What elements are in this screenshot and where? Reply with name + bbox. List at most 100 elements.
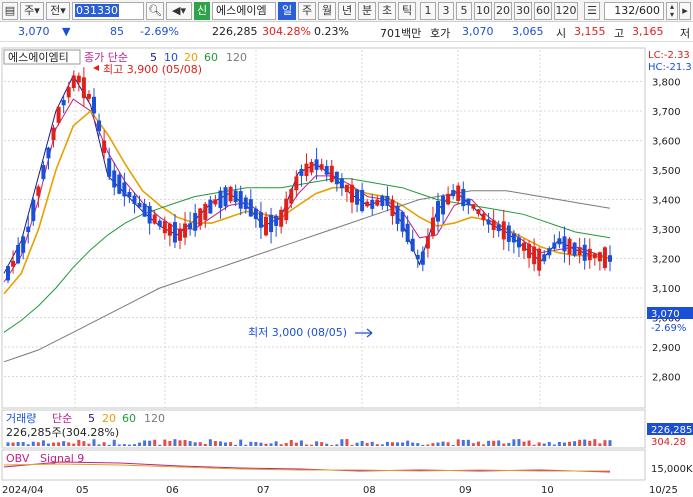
price-tick-label: 2,900 <box>652 343 681 354</box>
volume-bar <box>138 442 142 446</box>
volume-bar <box>568 441 572 446</box>
candle-body <box>107 158 112 177</box>
candle-body <box>557 238 562 245</box>
period-tick[interactable]: 틱 <box>398 2 416 20</box>
date-tick-label: 08 <box>363 485 376 496</box>
period-day[interactable]: 일 <box>278 2 296 20</box>
candle-body <box>587 248 592 261</box>
list-icon[interactable]: ☰ <box>584 2 600 20</box>
volume-bar <box>284 442 288 446</box>
candle-body <box>97 120 102 132</box>
volume-pct-tag-text: 304.28 <box>651 437 686 448</box>
num-60[interactable]: 60 <box>534 2 552 20</box>
volume-bar <box>102 442 106 446</box>
candle-body <box>309 161 314 173</box>
volume-bar <box>466 439 470 446</box>
candle-body <box>516 237 521 248</box>
legend-ma60: 60 <box>204 51 218 64</box>
candle-body <box>122 182 127 197</box>
page-counter: 132/600 <box>604 2 664 20</box>
volume-bar <box>517 439 521 446</box>
volume-bar <box>441 441 445 446</box>
period-minute[interactable]: 분 <box>358 2 376 20</box>
price-tick-label: 3,700 <box>652 107 681 118</box>
volume-bar <box>431 443 435 446</box>
num-20[interactable]: 20 <box>494 2 512 20</box>
volume-bar <box>117 444 121 446</box>
num-120[interactable]: 120 <box>554 2 578 20</box>
period-year[interactable]: 년 <box>338 2 356 20</box>
candle-body <box>188 223 193 230</box>
volume-ma120: 120 <box>144 412 165 425</box>
volume: 226,285 <box>212 25 258 38</box>
volume-bar <box>82 441 86 446</box>
volume-ma60: 60 <box>122 412 136 425</box>
volume-bar <box>163 439 167 446</box>
candle-body <box>11 260 16 267</box>
volume-bar <box>401 442 405 446</box>
chart-area[interactable]: 2,8002,9003,0003,1003,2003,3003,4003,500… <box>0 42 693 497</box>
num-1[interactable]: 1 <box>420 2 436 20</box>
num-5[interactable]: 5 <box>456 2 472 20</box>
candle-body <box>218 190 223 209</box>
volume-bar <box>208 439 212 446</box>
candle-body <box>410 238 415 252</box>
volume-bar <box>26 444 30 446</box>
stock-chart[interactable]: 2,8002,9003,0003,1003,2003,3003,4003,500… <box>0 42 693 497</box>
volume-bar <box>421 444 425 446</box>
candle-body <box>415 254 420 260</box>
menu-icon[interactable]: ▤ <box>2 2 18 20</box>
date-tick-label: 07 <box>257 485 270 496</box>
candle-body <box>582 244 587 261</box>
candle-body <box>36 186 41 196</box>
search-icon[interactable]: 🔍︎ <box>146 2 164 20</box>
volume-bar <box>396 442 400 446</box>
volume-bar <box>178 440 182 446</box>
volume-bar <box>198 442 202 446</box>
volume-bar <box>497 440 501 446</box>
volume-bar <box>304 444 308 446</box>
volume-bar <box>188 441 192 446</box>
obv-tick-label: 15,000K <box>651 464 693 475</box>
candle-body <box>577 247 582 255</box>
candle-body <box>147 206 152 224</box>
speaker-icon[interactable]: ◀︎▾ <box>166 2 192 20</box>
candle-body <box>547 248 552 256</box>
candle-body <box>567 238 572 255</box>
volume-label: 거래량 <box>6 412 36 425</box>
num-3[interactable]: 3 <box>438 2 454 20</box>
next-icon[interactable]: ▸ <box>679 2 691 20</box>
volume-bar <box>547 442 551 446</box>
high-label: 고 <box>614 27 625 40</box>
candle-body <box>142 203 147 217</box>
candle-body <box>501 221 506 240</box>
num-30[interactable]: 30 <box>514 2 532 20</box>
spinner-icon[interactable]: ▴ ▾ <box>666 2 678 20</box>
candle-body <box>26 226 31 233</box>
candle-body <box>552 242 557 249</box>
volume-bar <box>6 442 10 446</box>
period-menu-button[interactable]: 주▾ <box>20 2 44 20</box>
volume-bar <box>603 440 607 446</box>
volume-ratio: 304.28% <box>262 25 311 38</box>
candle-body <box>66 87 71 98</box>
volume-bar <box>593 439 597 446</box>
period-month[interactable]: 월 <box>318 2 336 20</box>
volume-bar <box>578 439 582 446</box>
candle-body <box>137 202 142 208</box>
volume-bar <box>476 441 480 446</box>
period-week[interactable]: 주 <box>298 2 316 20</box>
num-10[interactable]: 10 <box>474 2 492 20</box>
period-second[interactable]: 초 <box>378 2 396 20</box>
candle-body <box>360 189 365 212</box>
nav-button[interactable]: 전▾ <box>46 2 70 20</box>
volume-bar <box>542 443 546 446</box>
candle-body <box>420 251 425 265</box>
volume-bar <box>254 442 258 446</box>
volume-bar <box>239 439 243 446</box>
volume-bar <box>52 442 56 446</box>
candle-body <box>279 209 284 227</box>
stock-code-input[interactable]: 031330 <box>72 2 144 20</box>
volume-bar <box>340 439 344 446</box>
candle-body <box>238 191 243 209</box>
